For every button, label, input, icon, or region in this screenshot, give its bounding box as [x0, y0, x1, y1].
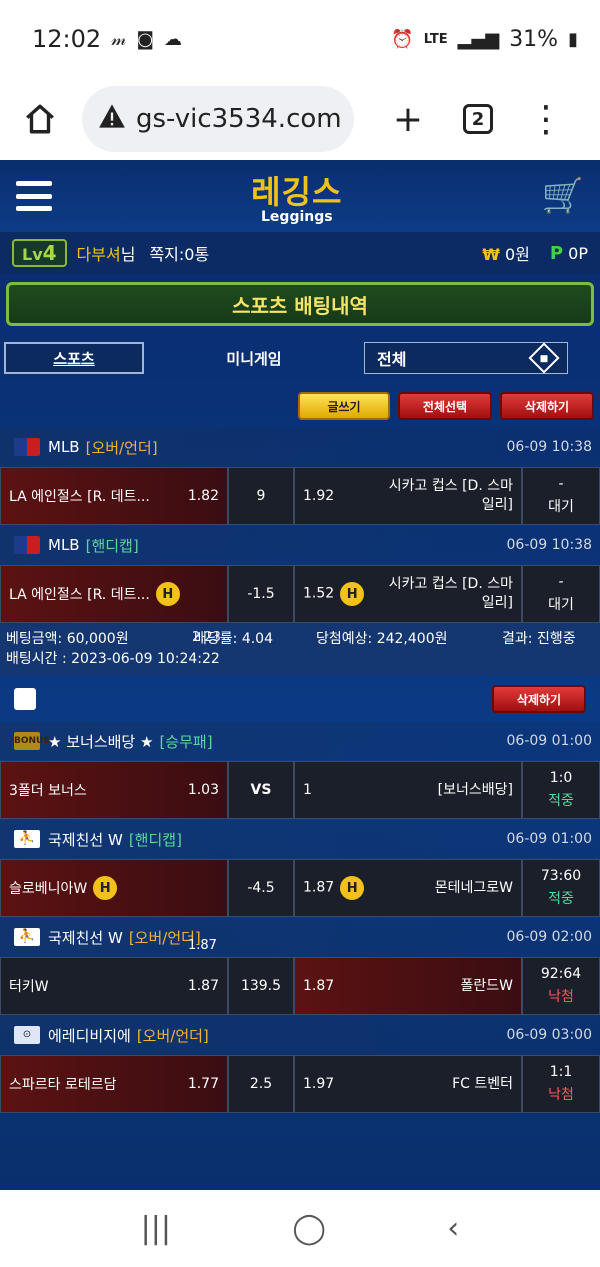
tab-sports[interactable]: 스포츠 [4, 342, 144, 374]
bet-select-row: 삭제하기 [0, 676, 600, 722]
bet-row: 스파르타 로테르담 1.77 2.5 1.97 FC 트벤터 1:1 낙첨 [0, 1054, 600, 1114]
tab-row: 스포츠 미니게임 전체 [0, 334, 600, 382]
eredivisie-icon: ⊙ [14, 1026, 40, 1044]
camera-icon: ◙ [136, 28, 154, 50]
game-header: ⛹ 국제친선 W [오버/언더] 06-09 02:00 1.87 [0, 918, 600, 956]
away-cell: 1.87 폴란드W [294, 957, 522, 1015]
recent-apps-icon[interactable]: ||| [141, 1211, 171, 1246]
page-title: 스포츠 배팅내역 [6, 282, 594, 326]
result-cell: 1:0 적중 [522, 761, 600, 819]
battery-percent: 31% [509, 26, 559, 52]
clock: 12:02 [32, 25, 102, 53]
tab-minigame[interactable]: 미니게임 [144, 348, 364, 369]
game-header: BONUS ★ 보너스배당 ★ [승무패] 06-09 01:00 [0, 722, 600, 760]
system-nav-bar: ||| ◯ ‹ [0, 1190, 600, 1267]
new-tab-button[interactable]: + [380, 91, 436, 147]
address-bar[interactable]: gs-vic3534.com [82, 86, 354, 152]
logo-english: Leggings [261, 209, 333, 225]
user-name[interactable]: 다부셔님 [77, 241, 136, 265]
alarm-icon: ⏰ [391, 28, 414, 50]
bet-summary: 베팅금액: 60,000원 배당률: 4.04 당첨예상: 242,400원 결… [0, 624, 600, 676]
away-cell: 1.52 H 시카고 컵스 [D. 스마일리] [294, 565, 522, 623]
away-cell: 1.97 FC 트벤터 [294, 1055, 522, 1113]
home-cell: 터키W 1.87 [0, 957, 228, 1015]
cart-icon[interactable]: 🛒 [542, 176, 584, 216]
result-cell: - 대기 [522, 565, 600, 623]
logo-korean: 레깅스 [251, 173, 343, 211]
volleyball-icon: ⛹ [14, 830, 40, 848]
home-nav-icon[interactable]: ◯ [292, 1211, 326, 1246]
away-cell: 1 [보너스배당] [294, 761, 522, 819]
line-cell: 139.5 [228, 957, 294, 1015]
bet-row: LA 에인절스 [R. 데트... H -1.5 1.52 H 시카고 컵스 [D. … [0, 564, 600, 624]
delete-bet-button[interactable]: 삭제하기 [492, 685, 586, 713]
bonus-icon: BONUS [14, 732, 50, 750]
game-header: MLB [핸디캡] 06-09 10:38 [0, 526, 600, 564]
game-header: MLB [오버/언더] 06-09 10:38 [0, 428, 600, 466]
tabs-button[interactable]: 2 [450, 91, 506, 147]
filter-select[interactable]: 전체 [364, 342, 568, 374]
network-type: LTE [423, 31, 448, 47]
bet-row: 3폴더 보너스 1.03 VS 1 [보너스배당] 1:0 적중 [0, 760, 600, 820]
notification-icon: 𝓂 [111, 28, 127, 50]
result-cell: 92:64 낙첨 [522, 957, 600, 1015]
result-cell: 1:1 낙첨 [522, 1055, 600, 1113]
away-cell: 1.92 시카고 컵스 [D. 스마일리] [294, 467, 522, 525]
result-cell: - 대기 [522, 467, 600, 525]
line-cell: -1.5 [228, 565, 294, 623]
point-balance: P 0P [549, 242, 588, 264]
home-cell: LA 에인절스 [R. 데트... 1.82 [0, 467, 228, 525]
site-content: 레깅스 Leggings 🛒 Lv4 다부셔님 쪽지:0통 ₩ 0원 P 0P … [0, 160, 600, 1190]
line-cell: -4.5 [228, 859, 294, 917]
bet-row: 슬로베니아W H -4.5 1.87 H 몬테네그로W 73:60 적중 [0, 858, 600, 918]
warning-icon [98, 103, 126, 136]
home-icon[interactable] [16, 95, 64, 143]
won-balance: ₩ 0원 [482, 245, 530, 264]
message-count[interactable]: 쪽지:0통 [149, 241, 209, 265]
bet-row: 터키W 1.87 139.5 1.87 폴란드W 92:64 낙첨 [0, 956, 600, 1016]
site-logo[interactable]: 레깅스 Leggings [251, 167, 342, 225]
status-bar: 12:02 𝓂 ◙ ☁ ⏰ LTE ▂▄▆ 31% ▮ [0, 0, 600, 78]
away-cell: 1.87 H 몬테네그로W [294, 859, 522, 917]
home-cell: 슬로베니아W H [0, 859, 228, 917]
browser-toolbar: gs-vic3534.com + 2 ⋮ [0, 78, 600, 160]
dropdown-icon [528, 342, 560, 374]
site-header: 레깅스 Leggings 🛒 [0, 160, 600, 232]
cloud-icon: ☁ [163, 28, 182, 50]
signal-icon: ▂▄▆ [457, 28, 500, 50]
delete-button[interactable]: 삭제하기 [500, 392, 594, 420]
hamburger-menu-icon[interactable] [16, 181, 52, 211]
home-cell: 스파르타 로테르담 1.77 [0, 1055, 228, 1113]
select-all-button[interactable]: 전체선택 [398, 392, 492, 420]
home-cell: 3폴더 보너스 1.03 [0, 761, 228, 819]
result-cell: 73:60 적중 [522, 859, 600, 917]
line-cell: 2.5 [228, 1055, 294, 1113]
back-icon[interactable]: ‹ [447, 1211, 459, 1246]
menu-kebab-icon[interactable]: ⋮ [518, 91, 574, 147]
game-header: ⊙ 에레디비지에 [오버/언더] 06-09 03:00 [0, 1016, 600, 1054]
url-text: gs-vic3534.com [136, 104, 342, 134]
action-buttons: 글쓰기 전체선택 삭제하기 [0, 382, 600, 428]
home-cell: LA 에인절스 [R. 데트... H [0, 565, 228, 623]
mlb-icon [14, 536, 40, 554]
battery-icon: ▮ [568, 28, 578, 50]
line-cell: 9 [228, 467, 294, 525]
mlb-icon [14, 438, 40, 456]
volleyball-icon: ⛹ [14, 928, 40, 946]
bet-row: LA 에인절스 [R. 데트... 1.82 9 1.92 시카고 컵스 [D. 스… [0, 466, 600, 526]
bet-checkbox[interactable] [14, 688, 36, 710]
game-header: ⛹ 국제친선 W [핸디캡] 06-09 01:00 [0, 820, 600, 858]
handicap-badge: H [340, 582, 365, 606]
handicap-badge: H [155, 582, 180, 606]
write-button[interactable]: 글쓰기 [298, 392, 390, 420]
handicap-badge: H [93, 876, 118, 900]
line-cell: VS [228, 761, 294, 819]
user-bar: Lv4 다부셔님 쪽지:0통 ₩ 0원 P 0P [0, 232, 600, 274]
level-badge: Lv4 [12, 239, 67, 267]
handicap-badge: H [340, 876, 365, 900]
